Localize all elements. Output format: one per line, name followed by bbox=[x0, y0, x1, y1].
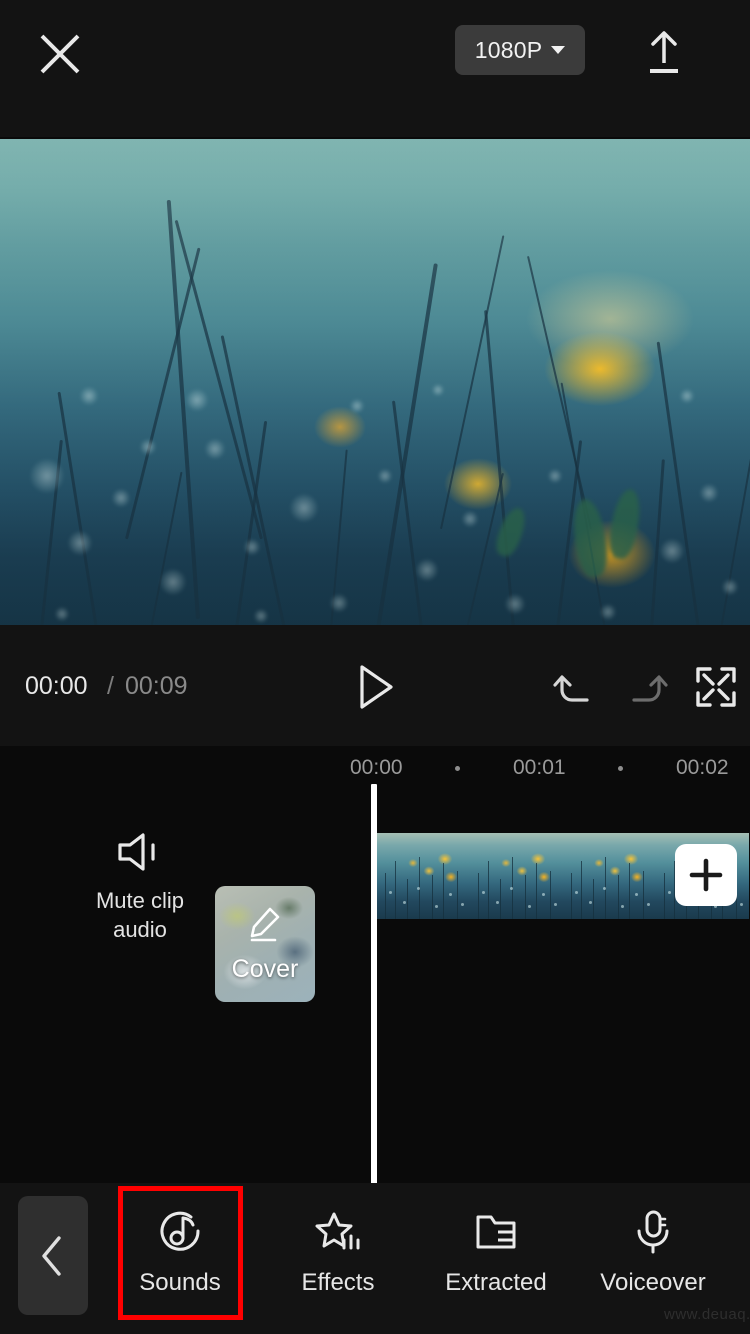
video-preview[interactable] bbox=[0, 139, 750, 625]
chevron-down-icon bbox=[551, 46, 566, 54]
speaker-mute-icon bbox=[118, 833, 155, 871]
tool-extracted[interactable]: Extracted bbox=[421, 1205, 571, 1315]
ruler-tick-dot bbox=[455, 766, 460, 771]
music-note-disc-icon bbox=[155, 1205, 205, 1259]
ruler-tick-dot bbox=[618, 766, 623, 771]
pencil-edit-icon bbox=[250, 907, 280, 941]
upload-arrow-icon bbox=[650, 31, 678, 73]
tool-voiceover-label: Voiceover bbox=[600, 1269, 706, 1296]
ruler-tick-label: 00:00 bbox=[350, 756, 403, 779]
close-x-icon bbox=[40, 34, 80, 74]
preview-frame-image bbox=[0, 139, 750, 625]
timeline-playhead[interactable] bbox=[371, 784, 377, 1183]
clip-thumbnail[interactable] bbox=[377, 833, 470, 919]
redo-button[interactable] bbox=[624, 665, 668, 709]
ruler-tick-label: 00:01 bbox=[513, 756, 566, 779]
cover-button[interactable]: Cover bbox=[215, 886, 315, 1002]
preview-vignette bbox=[0, 139, 750, 625]
current-time-label: 00:00 bbox=[25, 672, 88, 700]
cover-label: Cover bbox=[231, 954, 299, 983]
undo-button[interactable] bbox=[553, 665, 597, 709]
microphone-icon bbox=[628, 1205, 678, 1259]
top-bar: 1080P bbox=[0, 0, 750, 137]
tool-effects[interactable]: Effects bbox=[263, 1205, 413, 1315]
tool-extracted-label: Extracted bbox=[445, 1269, 547, 1296]
ruler-tick-label: 00:02 bbox=[676, 756, 729, 779]
expand-fullscreen-icon bbox=[696, 667, 736, 707]
tool-voiceover[interactable]: Voiceover bbox=[578, 1205, 728, 1315]
tool-sounds[interactable]: Sounds bbox=[105, 1205, 255, 1315]
bottom-toolbar: Sounds Effects Extracted Voiceover bbox=[0, 1183, 750, 1334]
watermark: www.deuaq.com bbox=[664, 1306, 750, 1323]
play-button[interactable] bbox=[352, 663, 400, 711]
add-clip-button[interactable] bbox=[675, 844, 737, 906]
tool-effects-label: Effects bbox=[301, 1269, 375, 1296]
playback-bar: 00:00 / 00:09 bbox=[0, 625, 750, 746]
folder-extract-icon bbox=[471, 1205, 521, 1259]
back-button[interactable] bbox=[18, 1196, 88, 1315]
close-button[interactable] bbox=[32, 26, 88, 82]
timeline-left-tools: Mute clip audio Cover bbox=[0, 806, 371, 1002]
redo-arrow-icon bbox=[632, 675, 668, 702]
chevron-left-icon bbox=[42, 1235, 61, 1276]
clip-thumbnail[interactable] bbox=[563, 833, 656, 919]
mute-clip-audio-label: Mute clip audio bbox=[95, 888, 185, 942]
timeline-panel[interactable]: 00:00 00:01 00:02 Mute clip audio Cover bbox=[0, 746, 750, 1183]
resolution-selector[interactable]: 1080P bbox=[455, 25, 585, 75]
total-time-label: 00:09 bbox=[125, 672, 188, 700]
plus-icon bbox=[689, 858, 723, 892]
play-triangle-icon bbox=[360, 665, 393, 709]
fullscreen-button[interactable] bbox=[694, 665, 738, 709]
clip-thumbnail[interactable] bbox=[470, 833, 563, 919]
time-separator: / bbox=[107, 672, 114, 700]
mute-clip-audio-button[interactable]: Mute clip audio bbox=[78, 830, 202, 945]
resolution-label: 1080P bbox=[474, 36, 543, 63]
star-equalizer-icon bbox=[313, 1205, 363, 1259]
tool-sounds-label: Sounds bbox=[139, 1269, 221, 1296]
undo-arrow-icon bbox=[553, 675, 589, 702]
export-button[interactable] bbox=[636, 24, 692, 80]
app-screen: 1080P 00:00 / 00:09 00:00 00:01 00:02 Mu… bbox=[0, 0, 750, 1334]
